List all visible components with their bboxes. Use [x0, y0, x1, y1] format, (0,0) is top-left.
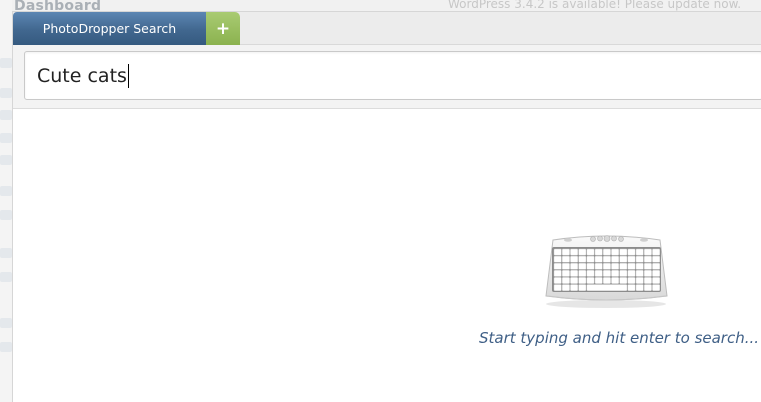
admin-sidebar	[0, 0, 12, 402]
tab-photodropper-search[interactable]: PhotoDropper Search	[13, 12, 206, 45]
add-tab-button[interactable]: +	[206, 12, 240, 45]
text-cursor	[127, 63, 130, 88]
search-input[interactable]: Cute cats	[24, 51, 761, 100]
empty-state-hint: Start typing and hit enter to search...	[479, 329, 760, 347]
update-notice: WordPress 3.4.2 is available! Please upd…	[448, 0, 742, 11]
results-area: Start typing and hit enter to search...	[13, 110, 761, 402]
tab-bar: PhotoDropper Search +	[13, 12, 761, 45]
search-input-value: Cute cats	[37, 64, 127, 87]
search-bar: Cute cats	[13, 45, 761, 109]
photodropper-modal: PhotoDropper Search + Cute cats Start ty…	[12, 11, 761, 402]
keyboard-icon	[545, 235, 668, 308]
